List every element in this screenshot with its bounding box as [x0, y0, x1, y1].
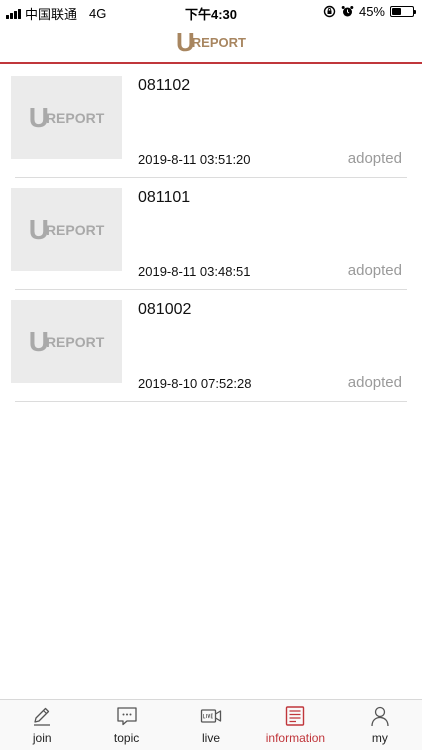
tab-join[interactable]: join — [0, 700, 84, 750]
orientation-lock-icon — [323, 5, 336, 18]
thumbnail-logo-text: REPORT — [45, 109, 105, 126]
item-thumbnail: U REPORT — [11, 188, 122, 271]
thumbnail-logo: U REPORT — [29, 327, 105, 356]
chat-bubble-icon — [116, 707, 137, 726]
tab-information-label: information — [265, 731, 326, 745]
battery-percent: 45% — [358, 4, 385, 19]
nav-header: U REPORT — [0, 22, 422, 64]
person-icon — [371, 706, 389, 727]
tab-my[interactable]: my — [338, 700, 422, 750]
thumbnail-logo-text: REPORT — [45, 333, 105, 350]
logo-text: REPORT — [191, 35, 246, 50]
item-title: 081002 — [138, 301, 192, 318]
status-bar: 中国联通 4G 下午4:30 45% — [0, 0, 422, 22]
thumbnail-logo: U REPORT — [29, 215, 105, 244]
list-item[interactable]: U REPORT 081101 2019-8-11 03:48:51 adopt… — [11, 178, 407, 290]
tab-topic-label: topic — [113, 731, 140, 745]
item-thumbnail: U REPORT — [11, 76, 122, 159]
information-list: U REPORT 081102 2019-8-11 03:51:20 adopt… — [0, 66, 422, 402]
battery-fill — [392, 8, 401, 15]
list-item[interactable]: U REPORT 081002 2019-8-10 07:52:28 adopt… — [11, 290, 407, 402]
item-status: adopted — [347, 262, 402, 279]
item-title: 081101 — [138, 189, 191, 206]
tab-join-label: join — [32, 731, 52, 745]
item-date: 2019-8-11 03:48:51 — [138, 264, 251, 279]
list-item[interactable]: U REPORT 081102 2019-8-11 03:51:20 adopt… — [11, 66, 407, 178]
item-title: 081102 — [138, 77, 191, 94]
item-status: adopted — [347, 150, 402, 167]
battery-icon — [390, 6, 416, 17]
thumbnail-logo-text: REPORT — [45, 221, 105, 238]
alarm-icon — [341, 6, 354, 17]
tab-information[interactable]: information — [253, 700, 337, 750]
tab-topic[interactable]: topic — [84, 700, 168, 750]
ureport-logo: U REPORT — [176, 29, 246, 55]
item-date: 2019-8-10 07:52:28 — [138, 376, 252, 391]
thumbnail-logo: U REPORT — [29, 103, 105, 132]
pencil-icon — [34, 707, 51, 726]
newspaper-icon — [286, 706, 305, 726]
tab-bar: join topic live information my — [0, 699, 422, 750]
tab-live-label: live — [202, 731, 221, 745]
tab-live[interactable]: live — [169, 700, 253, 750]
status-bar-right: 45% — [323, 4, 416, 19]
tab-my-label: my — [371, 731, 388, 745]
item-date: 2019-8-11 03:51:20 — [138, 152, 251, 167]
live-camera-icon — [200, 709, 222, 723]
item-thumbnail: U REPORT — [11, 300, 122, 383]
item-status: adopted — [347, 374, 402, 391]
